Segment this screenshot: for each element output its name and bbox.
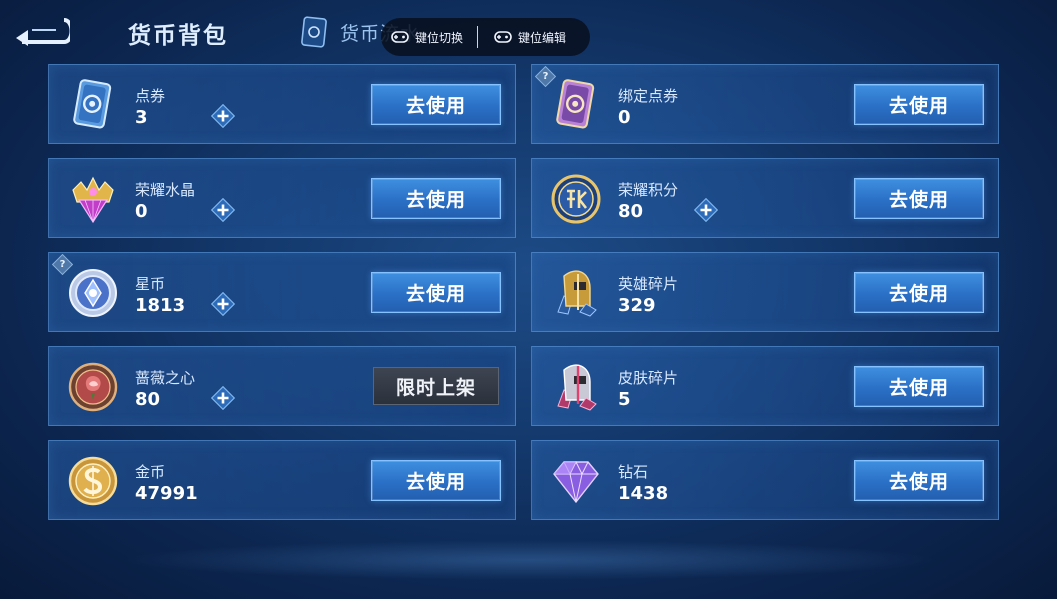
currency-name: 星币 bbox=[135, 275, 166, 293]
currency-name: 荣耀水晶 bbox=[135, 181, 196, 199]
currency-name: 蔷薇之心 bbox=[135, 369, 196, 387]
glory-points-medal-icon bbox=[551, 174, 601, 224]
currency-name: 英雄碎片 bbox=[618, 275, 679, 293]
use-button[interactable]: 去使用 bbox=[854, 272, 984, 313]
currency-name: 荣耀积分 bbox=[618, 181, 679, 199]
ticket-icon bbox=[301, 16, 327, 48]
currency-card-rose-heart: 蔷薇之心 80 限时上架 bbox=[48, 346, 516, 426]
currency-card-skin-shard: 皮肤碎片 5 去使用 bbox=[531, 346, 999, 426]
currency-card-glory-crystal: 荣耀水晶 0 去使用 bbox=[48, 158, 516, 238]
gold-coin-icon bbox=[68, 456, 118, 506]
currency-count: 329 bbox=[618, 295, 656, 316]
plus-icon[interactable] bbox=[211, 104, 235, 128]
use-button[interactable]: 去使用 bbox=[854, 178, 984, 219]
currency-count: 47991 bbox=[135, 483, 198, 504]
keymapping-bar: 键位切换 键位编辑 bbox=[381, 18, 590, 56]
currency-name: 金币 bbox=[135, 463, 166, 481]
gamepad-switch-icon bbox=[391, 31, 409, 43]
skin-shard-helmet-icon bbox=[557, 364, 597, 411]
gamepad-icon bbox=[494, 31, 512, 43]
keymap-edit-button[interactable]: 键位编辑 bbox=[494, 18, 566, 56]
keymap-switch-button[interactable]: 键位切换 bbox=[391, 18, 463, 56]
currency-count: 0 bbox=[135, 201, 148, 222]
use-button[interactable]: 去使用 bbox=[371, 178, 501, 219]
currency-card-coupon: 点券 3 去使用 bbox=[48, 64, 516, 144]
bound-coupon-ticket-icon bbox=[556, 79, 595, 129]
currency-count: 1438 bbox=[618, 483, 669, 504]
currency-card-glory-points: 荣耀积分 80 去使用 bbox=[531, 158, 999, 238]
currency-count: 5 bbox=[618, 389, 631, 410]
diamond-icon bbox=[553, 460, 599, 504]
use-button[interactable]: 去使用 bbox=[854, 366, 984, 407]
currency-grid: 点券 3 去使用 ? 绑定点券 0 去使用 荣耀水晶 0 去使用 荣耀积分 80… bbox=[48, 64, 999, 522]
use-button[interactable]: 去使用 bbox=[371, 84, 501, 125]
currency-name: 绑定点券 bbox=[618, 87, 679, 105]
currency-card-bound-coupon: ? 绑定点券 0 去使用 bbox=[531, 64, 999, 144]
keymap-switch-label: 键位切换 bbox=[415, 30, 464, 45]
background-glow bbox=[120, 540, 940, 580]
currency-name: 钻石 bbox=[618, 463, 649, 481]
currency-card-diamond: 钻石 1438 去使用 bbox=[531, 440, 999, 520]
plus-icon[interactable] bbox=[211, 386, 235, 410]
currency-count: 3 bbox=[135, 107, 148, 128]
currency-name: 点券 bbox=[135, 87, 166, 105]
currency-card-gold-coin: 金币 47991 去使用 bbox=[48, 440, 516, 520]
use-button[interactable]: 去使用 bbox=[371, 272, 501, 313]
back-arrow-icon[interactable] bbox=[12, 14, 70, 48]
currency-count: 80 bbox=[135, 389, 161, 410]
use-button[interactable]: 去使用 bbox=[854, 84, 984, 125]
plus-icon[interactable] bbox=[694, 198, 718, 222]
currency-card-star-coin: ? 星币 1813 去使用 bbox=[48, 252, 516, 332]
glory-crystal-icon bbox=[72, 176, 114, 224]
currency-count: 80 bbox=[618, 201, 644, 222]
keybar-divider bbox=[477, 26, 479, 48]
use-button[interactable]: 去使用 bbox=[371, 460, 501, 501]
currency-count: 1813 bbox=[135, 295, 186, 316]
use-button[interactable]: 去使用 bbox=[854, 460, 984, 501]
star-coin-icon bbox=[69, 269, 117, 317]
currency-name: 皮肤碎片 bbox=[618, 369, 679, 387]
plus-icon[interactable] bbox=[211, 198, 235, 222]
keymap-edit-label: 键位编辑 bbox=[518, 30, 567, 45]
rose-heart-icon bbox=[68, 362, 118, 412]
hero-shard-helmet-icon bbox=[557, 270, 597, 317]
page-title: 货币背包 bbox=[128, 23, 228, 49]
coupon-ticket-icon bbox=[73, 79, 112, 129]
currency-count: 0 bbox=[618, 107, 631, 128]
currency-card-hero-shard: 英雄碎片 329 去使用 bbox=[531, 252, 999, 332]
limited-time-badge: 限时上架 bbox=[373, 367, 499, 405]
plus-icon[interactable] bbox=[211, 292, 235, 316]
